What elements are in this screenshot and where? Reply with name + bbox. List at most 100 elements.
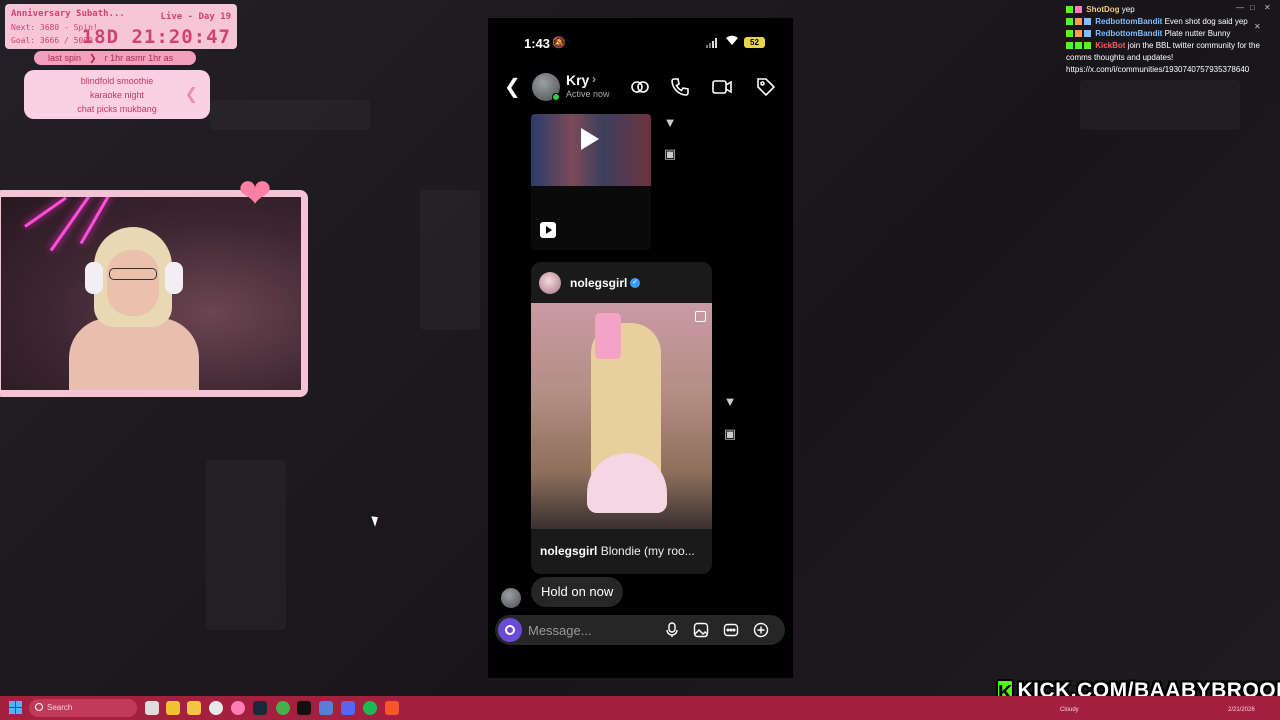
minimize-icon[interactable]: — [1236, 3, 1244, 12]
bg-window [210, 100, 370, 130]
chat-username: RedbottomBandit [1095, 29, 1163, 38]
subathon-widget: Anniversary Subath... Next: 3680 - Spin!… [5, 4, 237, 49]
last-spin-value: r 1hr asmr 1hr as [104, 53, 174, 63]
bg-window [420, 190, 480, 330]
chat-username: KickBot [1095, 41, 1126, 50]
contact-name[interactable]: Kry [566, 72, 589, 88]
subathon-goal: Goal: 3666 / 5000 [11, 36, 93, 45]
share-icon[interactable]: ▼ [722, 394, 738, 410]
video-icon[interactable] [711, 76, 733, 98]
message-input[interactable] [528, 619, 658, 641]
webcam-feed [0, 190, 308, 397]
chat-message: KickBot join the BBL twitter community f… [1066, 40, 1271, 64]
camera-icon[interactable] [498, 618, 522, 642]
diamond-badge-icon [1084, 30, 1091, 38]
bookmark-icon[interactable]: ▣ [662, 146, 678, 162]
brave-icon[interactable] [385, 701, 399, 715]
weather-label: Cloudy [1060, 707, 1079, 713]
chevron-right-icon: › [592, 72, 596, 86]
taskbar-date: 2/21/2026 [1228, 707, 1255, 713]
kick-badge-icon [1066, 18, 1073, 26]
post-image[interactable] [531, 303, 712, 529]
windows-start-icon[interactable] [9, 701, 23, 715]
post-username[interactable]: nolegsgirl [570, 276, 627, 290]
chat-text: Plate nutter Bunny [1164, 29, 1231, 38]
bell-mute-icon: 🔕 [552, 37, 566, 49]
shared-reel[interactable] [531, 114, 651, 250]
xbox-icon[interactable] [276, 701, 290, 715]
file-explorer-icon[interactable] [187, 701, 201, 715]
chat-username: RedbottomBandit [1095, 17, 1163, 26]
caption-text: Blondie (my roo... [600, 544, 695, 558]
gallery-icon[interactable] [693, 622, 709, 638]
avatar [501, 588, 521, 608]
share-icon[interactable]: ▼ [662, 115, 678, 131]
spin-option: blindfold smoothie [80, 75, 154, 86]
chevron-right-icon: ❯ [89, 52, 97, 63]
taskbar: Search Cloudy 2/21/2026 [0, 696, 1280, 720]
spin-option: chat picks mukbang [77, 103, 157, 114]
bookmark-icon[interactable]: ▣ [722, 426, 738, 442]
reels-icon [540, 222, 556, 238]
obs-icon[interactable] [209, 701, 223, 715]
kick-badge-icon [1066, 6, 1073, 14]
bot-badge-icon [1084, 42, 1091, 50]
steam-icon[interactable] [253, 701, 267, 715]
gift-badge-icon [1075, 18, 1082, 26]
pointer-arrow-icon: ❮ [184, 86, 198, 103]
mic-icon[interactable] [664, 622, 680, 638]
heart-badge-icon [1075, 6, 1082, 14]
chat-text: yep [1121, 5, 1135, 14]
sticker-icon[interactable] [723, 622, 739, 638]
spin-wheel-list: blindfold smoothie karaoke night chat pi… [24, 70, 210, 119]
plus-icon[interactable] [753, 622, 769, 638]
chat-header: ❮ Kry › Active now [488, 70, 793, 106]
taskbar-search-label: Search [47, 703, 73, 712]
contact-status: Active now [566, 89, 610, 99]
back-arrow-icon[interactable]: ❮ [504, 76, 524, 98]
diamond-badge-icon [1084, 18, 1091, 26]
subathon-title: Anniversary Subath... [11, 9, 125, 19]
chat-link[interactable]: https://x.com/i/communities/193074075793… [1066, 65, 1249, 74]
chat-text: Even shot dog said yep [1164, 17, 1248, 26]
search-icon [35, 703, 43, 711]
message-composer [495, 615, 785, 645]
app-icon[interactable] [319, 701, 333, 715]
close-icon[interactable]: ✕ [1254, 22, 1261, 31]
link-icon[interactable] [629, 76, 651, 98]
last-spin-label: last spin [48, 53, 82, 63]
discord-icon[interactable] [341, 701, 355, 715]
maximize-icon[interactable]: □ [1250, 3, 1255, 12]
kick-badge-icon [1066, 30, 1073, 38]
battery-indicator: 52 [744, 37, 765, 48]
app-icon[interactable] [231, 701, 245, 715]
kick-badge-icon [1066, 42, 1073, 50]
shared-post[interactable]: nolegsgirl ✓ nolegsgirl Blondie (my roo.… [531, 262, 712, 574]
tiktok-icon[interactable] [297, 701, 311, 715]
tag-icon[interactable] [755, 76, 777, 98]
carousel-icon [695, 311, 706, 322]
chat-message: RedbottomBandit Even shot dog said yep [1066, 16, 1271, 28]
bg-window [206, 460, 286, 630]
wifi-icon [725, 34, 739, 49]
heart-icon: ❤ [238, 172, 272, 216]
verified-badge-icon: ✓ [630, 278, 640, 288]
avatar [539, 272, 561, 294]
mod-badge-icon [1075, 42, 1082, 50]
phone-mirror: 1:43 🔕 52 ❮ Kry › Active now ▼ ▣ nolegsg… [488, 18, 793, 678]
caption-username: nolegsgirl [540, 544, 598, 558]
task-view-icon[interactable] [145, 701, 159, 715]
notes-icon[interactable] [166, 701, 180, 715]
streamer [69, 222, 199, 390]
phone-icon[interactable] [669, 76, 691, 98]
taskbar-search[interactable]: Search [29, 699, 137, 717]
chat-username: ShotDog [1086, 5, 1120, 14]
subathon-timer: 18D 21:20:47 [81, 26, 231, 48]
message-bubble[interactable]: Hold on now [531, 577, 624, 607]
live-day-label: Live - Day 19 [160, 12, 231, 22]
chat-message: https://x.com/i/communities/193074075793… [1066, 64, 1271, 76]
spotify-icon[interactable] [363, 701, 377, 715]
play-icon[interactable] [581, 128, 599, 150]
close-icon[interactable]: ✕ [1264, 3, 1271, 12]
chat-message: RedbottomBandit Plate nutter Bunny [1066, 28, 1271, 40]
